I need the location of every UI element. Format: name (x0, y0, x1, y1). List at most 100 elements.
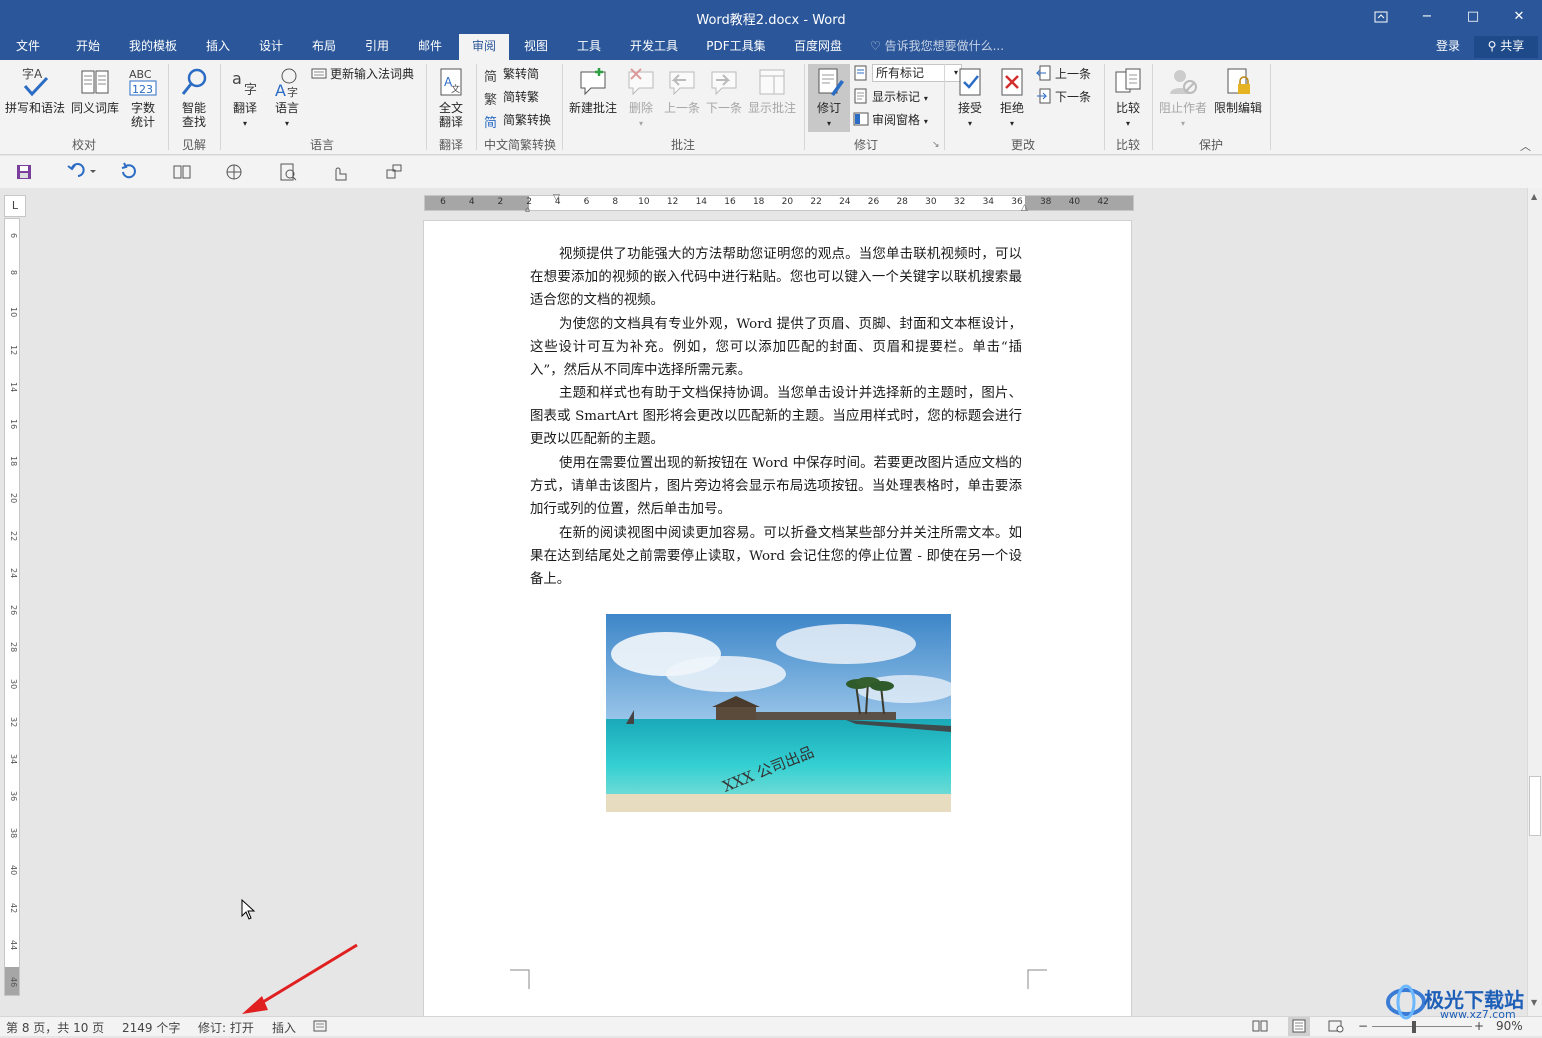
track-changes-button[interactable]: 修订 ▾ (808, 64, 850, 132)
page-count[interactable]: 第 8 页，共 10 页 (6, 1019, 104, 1036)
markup-display-select[interactable]: 所有标记 ▾ (872, 64, 962, 82)
maximize-button[interactable]: □ (1450, 0, 1496, 34)
simplified-to-traditional-button[interactable]: 繁简转繁 (484, 87, 539, 108)
new-comment-button[interactable]: 新建批注 (566, 66, 620, 115)
tab-mailings[interactable]: 邮件 (408, 34, 452, 60)
macro-record-icon[interactable] (313, 1019, 327, 1036)
tab-home[interactable]: 开始 (66, 34, 110, 60)
vruler-tick: 26 (9, 605, 18, 616)
read-mode-icon[interactable] (172, 162, 194, 182)
word-count[interactable]: 2149 个字 (122, 1019, 180, 1036)
tell-me-box[interactable]: ♡ 告诉我您想要做什么... (870, 34, 1004, 60)
tab-design[interactable]: 设计 (249, 34, 293, 60)
next-change-icon (1036, 88, 1052, 104)
full-text-translate-button[interactable]: A文 全文 翻译 (430, 66, 472, 129)
tab-selector[interactable]: L (4, 195, 26, 217)
customize-toolbar-icon[interactable] (384, 162, 406, 182)
right-indent-marker[interactable]: △ (1021, 203, 1028, 213)
group-protect-label: 保护 (1198, 138, 1223, 152)
language-button[interactable]: A字 语言 ▾ (266, 66, 308, 131)
insert-mode[interactable]: 插入 (272, 1019, 296, 1036)
tab-file[interactable]: 文件 (6, 34, 50, 60)
login-link[interactable]: 登录 (1436, 34, 1460, 60)
read-mode-view-icon[interactable] (1252, 1019, 1268, 1036)
share-button[interactable]: ⚲ 共享 (1474, 36, 1538, 58)
tab-review[interactable]: 审阅 (459, 34, 509, 60)
delete-comment-button[interactable]: 删除 ▾ (622, 66, 660, 131)
touch-mode-icon[interactable] (330, 162, 352, 182)
undo-icon[interactable] (64, 162, 100, 182)
review-pane-button[interactable]: 审阅窗格 ▾ (853, 110, 928, 130)
scrollbar-thumb[interactable] (1529, 776, 1541, 836)
accept-button[interactable]: 接受 ▾ (950, 66, 990, 131)
dialog-launcher-icon[interactable]: ↘ (932, 140, 940, 150)
block-authors-button[interactable]: 阻止作者 ▾ (1156, 66, 1210, 131)
show-markup-button[interactable]: 显示标记 ▾ (853, 87, 928, 107)
translate-button[interactable]: a字 翻译 ▾ (224, 66, 266, 131)
thesaurus-button[interactable]: 同义词库 (68, 66, 122, 115)
previous-change-button[interactable]: 上一条 (1035, 64, 1091, 84)
tab-developer[interactable]: 开发工具 (623, 34, 685, 60)
save-icon[interactable] (14, 162, 36, 182)
spelling-grammar-button[interactable]: 字A 拼写和语法 (4, 66, 66, 115)
compare-button[interactable]: 比较 ▾ (1108, 66, 1148, 131)
tab-tools[interactable]: 工具 (567, 34, 611, 60)
next-change-button[interactable]: 下一条 (1036, 87, 1091, 107)
mouse-cursor-icon (240, 898, 256, 924)
print-preview-icon[interactable] (278, 162, 300, 182)
scroll-up-icon[interactable]: ▲ (1531, 192, 1537, 201)
web-layout-icon[interactable] (224, 162, 246, 182)
vertical-scrollbar[interactable]: ▲ ▼ (1527, 188, 1542, 1016)
left-indent-marker[interactable]: ⌂ (525, 205, 530, 214)
paragraph-4: 使用在需要位置出现的新按钮在 Word 中保存时间。若要更改图片适应文档的方式，… (530, 456, 1022, 518)
horizontal-ruler: 6 4 2 2 4 6 8 10 12 14 16 18 20 22 24 26 28 30 32 34 36 38 40 4… (424, 193, 1134, 214)
zoom-out-button[interactable]: − (1358, 1019, 1368, 1033)
track-changes-status[interactable]: 修订: 打开 (198, 1019, 254, 1036)
traditional-to-simplified-button[interactable]: 简繁转简 (484, 64, 539, 85)
beach-photo[interactable]: XXX 公司出品 (606, 614, 951, 812)
word-count-button[interactable]: ABC 123 字数 统计 (124, 66, 162, 129)
language-label: 语言 (274, 101, 299, 115)
tab-view[interactable]: 视图 (514, 34, 558, 60)
hruler-tick: 6 (440, 197, 446, 207)
group-separator (1270, 64, 1271, 150)
redo-icon[interactable] (118, 162, 140, 182)
reject-button[interactable]: 拒绝 ▾ (992, 66, 1032, 131)
minimize-button[interactable]: − (1404, 0, 1450, 34)
show-comments-button[interactable]: 显示批注 (746, 66, 798, 115)
reject-icon (1001, 68, 1023, 96)
markup-icon (853, 65, 869, 81)
magnifier-icon (181, 68, 207, 95)
vruler-tick: 6 (9, 233, 18, 239)
zoom-slider-thumb[interactable] (1412, 1021, 1416, 1033)
review-pane-icon (853, 111, 869, 127)
tab-references[interactable]: 引用 (355, 34, 399, 60)
zoom-slider[interactable] (1372, 1026, 1472, 1027)
restrict-editing-button[interactable]: 限制编辑 (1210, 66, 1266, 115)
new-comment-icon (580, 68, 606, 96)
hruler-tick: 38 (1039, 197, 1052, 207)
vruler-tick: 46 (9, 977, 18, 988)
tab-layout[interactable]: 布局 (302, 34, 346, 60)
next-comment-button[interactable]: 下一条 (704, 66, 744, 115)
web-layout-view-icon[interactable] (1328, 1019, 1344, 1036)
tab-my-templates[interactable]: 我的模板 (122, 34, 184, 60)
tab-pdf-tools[interactable]: PDF工具集 (700, 34, 772, 60)
document-translate-icon: A文 (440, 68, 462, 96)
close-button[interactable]: ✕ (1496, 0, 1542, 34)
collapse-ribbon-icon[interactable]: ︿ (1520, 138, 1531, 154)
previous-comment-button[interactable]: 上一条 (662, 66, 702, 115)
smart-lookup-button[interactable]: 智能 查找 (172, 66, 216, 129)
word-count-label-2: 统计 (130, 115, 155, 129)
next-comment-label: 下一条 (705, 101, 742, 115)
first-line-indent-marker[interactable]: ▽ (553, 193, 560, 203)
hruler-tick: 18 (752, 197, 765, 207)
tab-baidu-netdisk[interactable]: 百度网盘 (786, 34, 850, 60)
document-page[interactable]: 视频提供了功能强大的方法帮助您证明您的观点。当您单击联机视频时，可以在想要添加的… (423, 220, 1132, 1030)
chinese-conversion-button[interactable]: 简简繁转换 (484, 110, 551, 131)
print-layout-view-icon[interactable] (1288, 1017, 1310, 1036)
ribbon-display-options-button[interactable] (1358, 0, 1404, 34)
tab-insert[interactable]: 插入 (196, 34, 240, 60)
update-ime-dictionary-button[interactable]: 更新输入法词典 (311, 64, 414, 84)
full-translate-label-1: 全文 (438, 101, 463, 115)
